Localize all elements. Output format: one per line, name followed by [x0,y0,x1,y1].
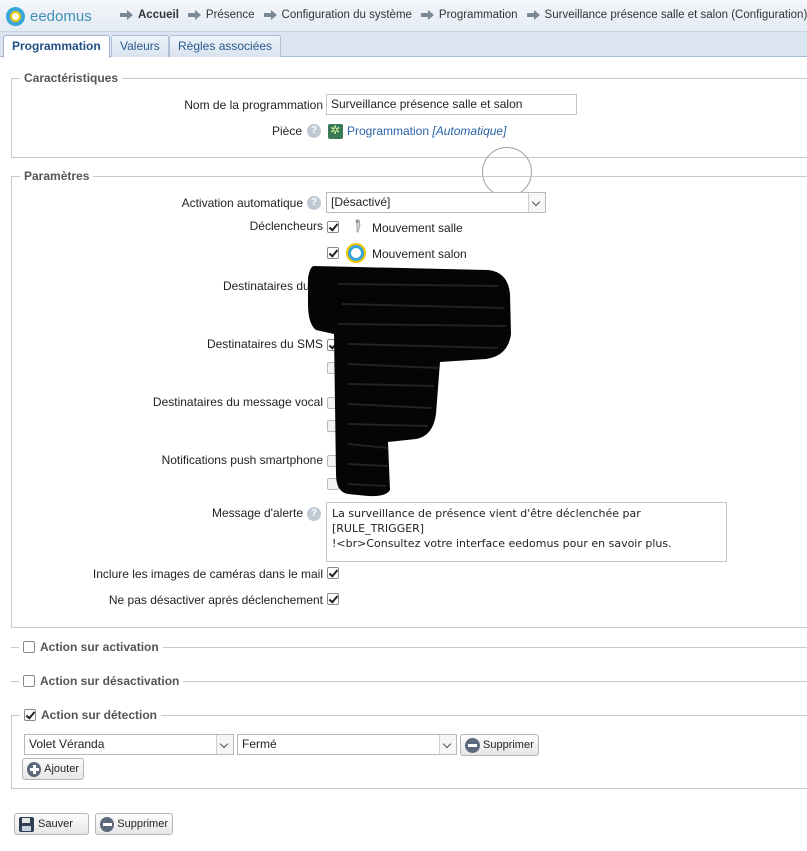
arrow-right-icon [120,10,134,20]
breadcrumb-item-presence[interactable]: Présence [187,9,255,21]
action-activation-checkbox[interactable] [23,641,35,653]
breadcrumb-item-configuration[interactable]: Configuration du système [263,9,412,21]
minus-circle-icon [465,737,480,753]
alert-message-textarea[interactable]: La surveillance de présence vient d'être… [326,502,727,562]
arrow-right-icon [263,10,278,20]
action-deactivation-section: Action sur désactivation [11,674,807,688]
minus-circle-icon [100,816,115,832]
activation-label: Activation automatique [181,196,303,210]
section-legend[interactable]: Action sur désactivation [19,674,184,688]
breadcrumb-item-programmation[interactable]: Programmation [420,9,518,21]
chevron-down-icon [216,735,233,754]
sensor-ring-icon [348,245,364,261]
camera-images-label: Inclure les images de caméras dans le ma… [92,567,323,581]
help-icon[interactable]: ? [307,124,321,138]
room-icon [328,123,343,139]
push-notifications-label: Notifications push smartphone [161,453,323,467]
arrow-right-icon [187,10,202,20]
name-input[interactable]: Surveillance présence salle et salon [326,94,577,115]
tab-valeurs[interactable]: Valeurs [111,35,169,57]
trigger2-checkbox[interactable] [327,247,339,259]
breadcrumb-item-accueil[interactable]: Accueil [120,9,179,21]
motion-sensor-icon [355,219,361,233]
section-legend: Caractéristiques [20,71,123,85]
section-legend[interactable]: Action sur détection [20,708,162,722]
tab-regles-associees[interactable]: Règles associées [169,35,282,57]
alert-message-label: Message d'alerte [211,506,303,520]
trigger1-label: Mouvement salle [372,221,463,235]
save-button[interactable]: Sauver [14,813,89,835]
action-deactivation-checkbox[interactable] [23,675,35,687]
camera-images-checkbox[interactable] [327,567,339,579]
trigger1-checkbox[interactable] [327,221,339,233]
delete-button[interactable]: Supprimer [95,813,173,835]
breadcrumb-item-current: Surveillance présence salle et salon (Co… [526,9,807,21]
breadcrumb: Accueil Présence Configuration du systèm… [120,9,807,21]
logo[interactable]: eedomus [6,6,92,26]
top-bar: eedomus Accueil Présence Configuration d… [0,0,807,32]
tab-bar: Programmation Valeurs Règles associées [0,32,807,58]
name-label: Nom de la programmation [184,98,323,112]
help-icon[interactable]: ? [307,507,321,521]
plus-circle-icon [27,761,42,777]
eedomus-logo-icon [6,6,25,26]
no-disable-label: Ne pas désactiver aprés déclenchement [108,593,323,607]
section-legend: Paramètres [20,169,94,183]
floppy-disk-icon [19,816,34,832]
detection-state-select[interactable]: Fermé [237,734,457,755]
no-disable-checkbox[interactable] [327,593,339,605]
help-icon[interactable]: ? [307,196,321,210]
trigger2-label: Mouvement salon [372,247,467,261]
arrow-right-icon [420,10,435,20]
action-activation-section: Action sur activation [11,640,807,654]
room-label: Pièce [271,124,302,138]
room-link[interactable]: Programmation [Automatique] [347,124,506,138]
tab-programmation[interactable]: Programmation [3,35,110,58]
activation-select[interactable]: [Désactivé] [326,192,546,213]
chevron-down-icon [528,193,545,212]
caracteristiques-section: Caractéristiques [11,71,807,158]
sms-recipients-label: Destinataires du SMS [206,337,323,351]
logo-text: eedomus [30,7,92,25]
vocal-recipients-label: Destinataires du message vocal [152,395,323,409]
arrow-right-icon [526,10,541,20]
detection-delete-button[interactable]: Supprimer [460,734,539,756]
detection-device-select[interactable]: Volet Véranda [24,734,234,755]
add-action-button[interactable]: Ajouter [22,758,84,780]
action-detection-checkbox[interactable] [24,709,36,721]
triggers-label: Déclencheurs [249,219,323,233]
section-legend[interactable]: Action sur activation [19,640,163,654]
redaction-scribble [308,266,511,497]
chevron-down-icon [439,735,456,754]
